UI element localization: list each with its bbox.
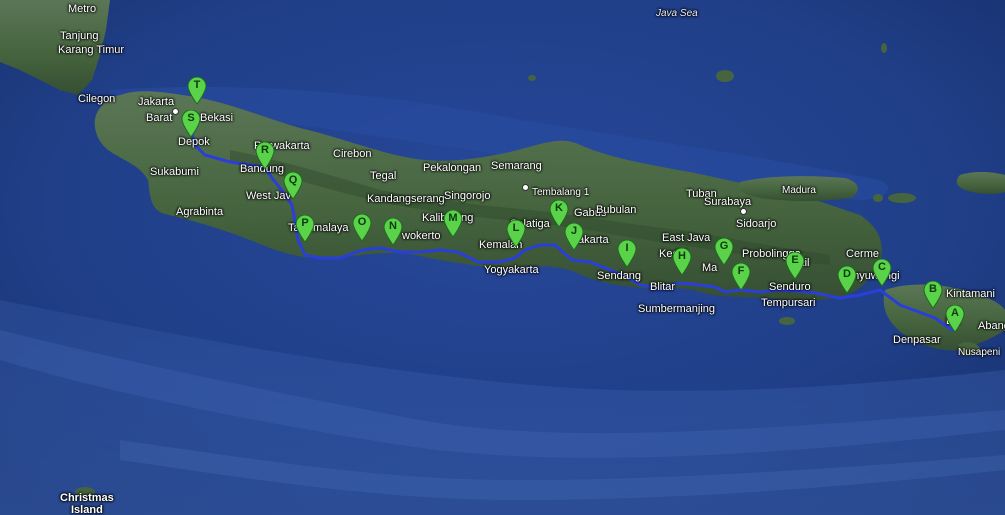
place-label-kintamani: Kintamani xyxy=(946,288,995,300)
place-label-singorojo: Singorojo xyxy=(444,190,491,202)
route-marker-d[interactable]: D xyxy=(837,266,857,294)
place-label-barat: Barat xyxy=(146,112,173,124)
route-marker-label: C xyxy=(878,261,886,273)
place-label-karang-timur: Karang Timur xyxy=(58,44,125,56)
route-marker-label: M xyxy=(448,212,458,224)
route-marker-s[interactable]: S xyxy=(181,110,201,138)
route-marker-label: I xyxy=(625,242,629,254)
place-label-sukabumi: Sukabumi xyxy=(150,166,199,178)
place-label-blitar: Blitar xyxy=(650,281,676,293)
route-marker-label: L xyxy=(512,222,520,234)
route-marker-k[interactable]: K xyxy=(549,200,569,228)
route-marker-label: P xyxy=(301,217,309,229)
route-marker-l[interactable]: L xyxy=(506,220,526,248)
route-marker-n[interactable]: N xyxy=(383,218,403,246)
route-marker-label: S xyxy=(187,112,195,124)
place-label-tanjung: Tanjung xyxy=(60,30,99,42)
route-marker-m[interactable]: M xyxy=(443,210,463,238)
place-label-kandangserang: Kandangserang xyxy=(367,193,445,205)
place-label-sumbermanjing: Sumbermanjing xyxy=(638,303,716,315)
city-dot xyxy=(740,208,747,215)
route-marker-o[interactable]: O xyxy=(352,214,372,242)
route-marker-q[interactable]: Q xyxy=(283,172,303,200)
route-marker-e[interactable]: E xyxy=(785,252,805,280)
route-marker-b[interactable]: B xyxy=(923,281,943,309)
route-marker-h[interactable]: H xyxy=(672,248,692,276)
small-island xyxy=(873,194,883,202)
small-island xyxy=(528,75,536,81)
place-label-sidoarjo: Sidoarjo xyxy=(736,218,777,230)
place-label-tegal: Tegal xyxy=(370,170,397,182)
place-label-metro: Metro xyxy=(68,3,97,15)
route-marker-c[interactable]: C xyxy=(872,259,892,287)
small-island xyxy=(888,193,916,203)
route-marker-label: A xyxy=(951,307,959,319)
route-marker-label: N xyxy=(389,220,397,232)
route-marker-label: F xyxy=(737,265,745,277)
city-dot xyxy=(522,184,529,191)
route-marker-t[interactable]: T xyxy=(187,77,207,105)
place-label-agrabinta: Agrabinta xyxy=(176,206,224,218)
place-label-tempursari: Tempursari xyxy=(761,297,816,309)
city-dot xyxy=(172,108,179,115)
route-marker-label: T xyxy=(193,79,201,91)
place-label-jakarta: Jakarta xyxy=(138,96,175,108)
route-marker-label: G xyxy=(719,240,729,252)
place-label-east-java: East Java xyxy=(662,232,711,244)
route-marker-a[interactable]: A xyxy=(945,305,965,333)
route-marker-label: O xyxy=(357,216,367,228)
route-marker-label: H xyxy=(678,250,686,262)
small-island xyxy=(716,70,734,82)
place-label-bubulan: Bubulan xyxy=(596,204,637,216)
place-label-pekalongan: Pekalongan xyxy=(423,162,482,174)
place-label-bekasi: Bekasi xyxy=(200,112,234,124)
place-label-christmas-island: Christmas Island xyxy=(60,492,114,515)
place-label-sendang: Sendang xyxy=(597,270,642,282)
place-label-java-sea: Java Sea xyxy=(656,8,698,19)
route-marker-g[interactable]: G xyxy=(714,238,734,266)
route-marker-r[interactable]: R xyxy=(255,142,275,170)
route-marker-f[interactable]: F xyxy=(731,263,751,291)
place-label-purwokerto: wokerto xyxy=(402,230,441,242)
place-label-abang: Abang xyxy=(978,320,1005,332)
route-marker-label: B xyxy=(929,283,937,295)
route-marker-label: Q xyxy=(288,174,298,186)
place-label-madura: Madura xyxy=(782,185,816,196)
place-label-cilegon: Cilegon xyxy=(78,93,116,105)
route-marker-p[interactable]: P xyxy=(295,215,315,243)
place-label-senduro: Senduro xyxy=(769,281,811,293)
route-marker-i[interactable]: I xyxy=(617,240,637,268)
map-view[interactable]: Metro Tanjung Karang Timur Cilegon Jakarta Ba… xyxy=(0,0,1005,515)
route-marker-label: R xyxy=(261,144,269,156)
small-island xyxy=(881,43,887,53)
place-label-nusapenida: Nusapeni xyxy=(958,347,1001,358)
route-marker-label: K xyxy=(555,202,563,214)
small-island xyxy=(779,317,795,325)
route-marker-label: D xyxy=(843,268,851,280)
place-label-yogyakarta: Yogyakarta xyxy=(484,264,539,276)
place-label-cirebon: Cirebon xyxy=(333,148,372,160)
place-label-tembalang: Tembalang 1 xyxy=(532,187,590,198)
place-label-surabaya: Surabaya xyxy=(704,196,752,208)
place-label-semarang: Semarang xyxy=(491,160,542,172)
route-marker-label: E xyxy=(791,254,799,266)
place-label-denpasar: Denpasar xyxy=(893,334,941,346)
